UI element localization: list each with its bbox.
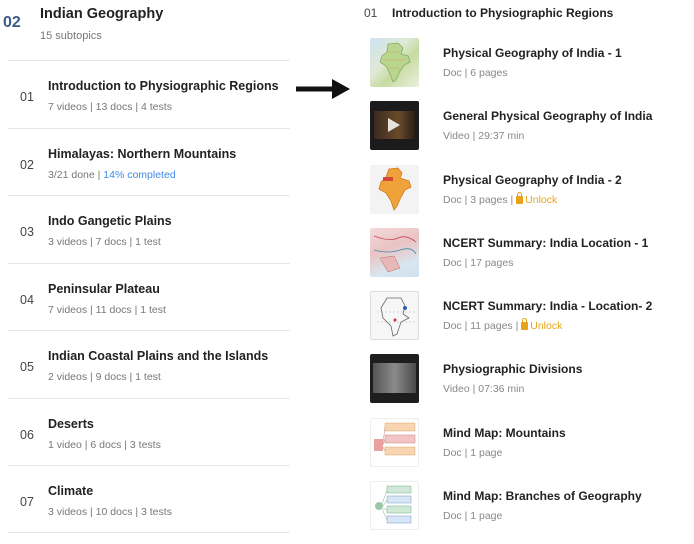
content-item[interactable]: General Physical Geography of India Vide…	[368, 99, 694, 162]
map-thumbnail[interactable]	[370, 291, 419, 341]
content-title[interactable]: Mind Map: Branches of Geography	[443, 489, 642, 503]
content-item[interactable]: NCERT Summary: India Location - 1 Doc | …	[368, 226, 694, 289]
video-thumbnail[interactable]	[370, 101, 419, 151]
content-title[interactable]: Physical Geography of India - 1	[443, 46, 622, 60]
content-panel: 01 Introduction to Physiographic Regions…	[360, 0, 694, 544]
content-meta: Video | 07:36 min	[443, 383, 525, 396]
topic-meta: 1 video | 6 docs | 3 tests	[48, 438, 161, 451]
content-item[interactable]: Mind Map: Branches of Geography Doc | 1 …	[368, 479, 694, 542]
topic-title[interactable]: Peninsular Plateau	[48, 282, 160, 296]
content-item[interactable]: Physical Geography of India - 1 Doc | 6 …	[368, 36, 694, 99]
content-title[interactable]: Physical Geography of India - 2	[443, 173, 622, 187]
content-meta: Doc | 1 page	[443, 446, 503, 459]
india-map-icon	[379, 42, 411, 83]
topic-number: 01	[20, 90, 34, 104]
topic-item[interactable]: 01 Introduction to Physiographic Regions…	[8, 60, 290, 128]
topic-meta: 3 videos | 10 docs | 3 tests	[48, 506, 172, 518]
topic-item[interactable]: 04 Peninsular Plateau 7 videos | 11 docs…	[8, 262, 290, 331]
content-item[interactable]: Physiographic Divisions Video | 07:36 mi…	[368, 352, 694, 415]
topic-item[interactable]: 07 Climate 3 videos | 10 docs | 3 tests	[8, 465, 290, 533]
topic-number: 02	[20, 157, 34, 172]
topic-item[interactable]: 02 Himalayas: Northern Mountains 3/21 do…	[8, 127, 290, 196]
mind-map-thumbnail[interactable]	[370, 417, 419, 467]
mind-map-icon	[375, 485, 412, 524]
topic-title[interactable]: Indian Coastal Plains and the Islands	[48, 349, 268, 363]
mind-map-icon	[374, 422, 416, 456]
topic-item[interactable]: 05 Indian Coastal Plains and the Islands…	[8, 330, 290, 398]
content-title[interactable]: General Physical Geography of India	[443, 109, 652, 123]
topic-title[interactable]: Introduction to Physiographic Regions	[48, 79, 279, 93]
topic-meta: 3/21 done | 14% completed	[48, 169, 176, 181]
map-thumbnail[interactable]	[370, 38, 419, 87]
topic-meta: 7 videos | 13 docs | 4 tests	[48, 101, 172, 113]
topic-meta: 3 videos | 7 docs | 1 test	[48, 236, 161, 248]
chapter-subtitle: 15 subtopics	[40, 30, 102, 42]
unlock-label[interactable]: Unlock	[530, 320, 562, 332]
topic-meta: 7 videos | 11 docs | 1 test	[48, 303, 166, 316]
content-meta: Doc | 17 pages	[443, 256, 514, 269]
topic-list: 01 Introduction to Physiographic Regions…	[8, 60, 290, 533]
content-title[interactable]: NCERT Summary: India - Location- 2	[443, 299, 652, 313]
unlock-link[interactable]: Unlock	[521, 318, 562, 332]
video-frame	[373, 363, 416, 394]
topic-number: 06	[20, 427, 34, 442]
arrow-right-icon	[296, 79, 350, 99]
unlock-link[interactable]: Unlock	[516, 191, 557, 206]
topic-number: 04	[20, 292, 34, 307]
selected-topic-number: 01	[364, 6, 378, 20]
chapter-panel: 02 Indian Geography 15 subtopics 01 Intr…	[0, 0, 292, 544]
content-meta-text: Doc | 3 pages |	[443, 193, 517, 206]
topic-item[interactable]: 06 Deserts 1 video | 6 docs | 3 tests	[8, 397, 290, 466]
content-meta: Doc | 6 pages	[443, 67, 508, 79]
content-item[interactable]: NCERT Summary: India - Location- 2 Doc |…	[368, 289, 694, 352]
content-meta: Doc | 3 pages | Unlock	[443, 191, 557, 206]
content-item[interactable]: Physical Geography of India - 2 Doc | 3 …	[368, 163, 694, 226]
chapter-title[interactable]: Indian Geography	[40, 6, 163, 22]
content-title[interactable]: NCERT Summary: India Location - 1	[443, 236, 648, 250]
topic-meta: 2 videos | 9 docs | 1 test	[48, 371, 161, 383]
topic-number: 05	[20, 360, 34, 374]
content-title[interactable]: Physiographic Divisions	[443, 362, 582, 376]
topic-item[interactable]: 03 Indo Gangetic Plains 3 videos | 7 doc…	[8, 195, 290, 263]
lock-icon	[516, 191, 524, 204]
content-meta-text: Doc | 11 pages |	[443, 320, 522, 333]
video-thumbnail[interactable]	[370, 354, 419, 404]
topic-title[interactable]: Indo Gangetic Plains	[48, 214, 172, 228]
content-meta: Doc | 11 pages | Unlock	[443, 318, 562, 333]
content-title[interactable]: Mind Map: Mountains	[443, 426, 566, 440]
topic-meta-text: 3/21 done |	[48, 168, 104, 181]
chapter-number: 02	[3, 14, 21, 31]
india-map-icon	[378, 167, 412, 211]
content-list: Physical Geography of India - 1 Doc | 6 …	[368, 36, 694, 542]
map-icon	[377, 297, 415, 337]
content-meta: Doc | 1 page	[443, 510, 503, 523]
mind-map-thumbnail[interactable]	[370, 481, 419, 531]
topic-title[interactable]: Himalayas: Northern Mountains	[48, 147, 236, 161]
india-map-thumbnail[interactable]	[370, 164, 419, 214]
play-icon	[388, 118, 400, 133]
map-icon	[373, 235, 417, 273]
content-meta: Video | 29:37 min	[443, 130, 525, 143]
topic-number: 03	[20, 225, 34, 239]
unlock-label[interactable]: Unlock	[525, 194, 557, 206]
topic-title[interactable]: Deserts	[48, 417, 94, 431]
selected-topic-title: Introduction to Physiographic Regions	[392, 6, 614, 20]
topic-number: 07	[20, 495, 34, 509]
content-item[interactable]: Mind Map: Mountains Doc | 1 page	[368, 416, 694, 479]
progress-text: 14% completed	[103, 168, 176, 181]
topic-title[interactable]: Climate	[48, 484, 93, 498]
lock-icon	[521, 318, 529, 331]
map-thumbnail[interactable]	[370, 227, 419, 277]
